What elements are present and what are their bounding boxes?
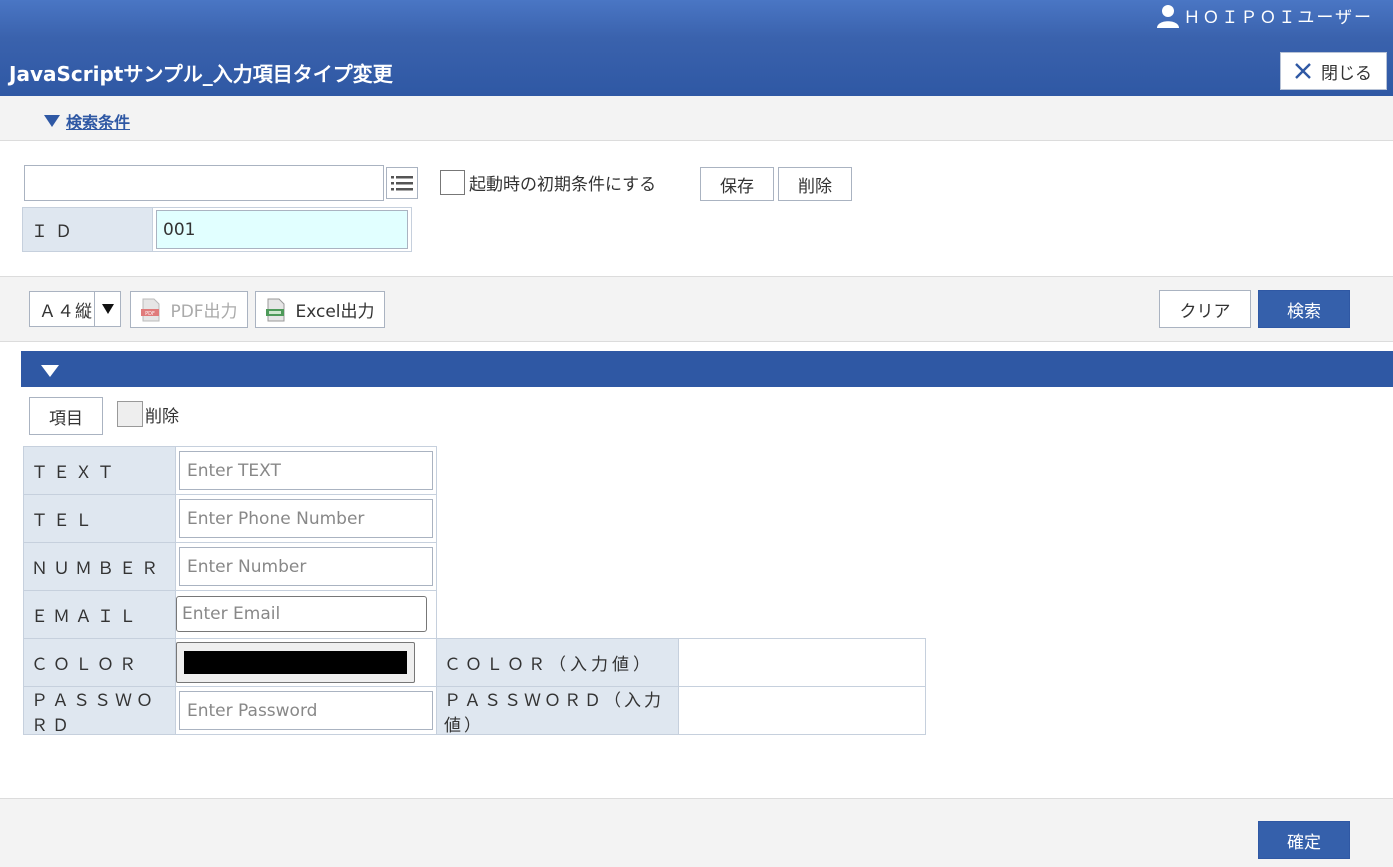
app-header: ＨＯＩＰＯＩユーザー JavaScriptサンプル_入力項目タイプ変更 xyxy=(0,0,1393,96)
user-icon xyxy=(1157,4,1180,28)
password-label: ＰＡＳＳＷＯＲＤ xyxy=(23,686,176,736)
dropdown-arrow-icon[interactable] xyxy=(94,292,120,326)
confirm-button[interactable]: 確定 xyxy=(1258,821,1350,859)
password-input[interactable]: Enter Password xyxy=(179,691,433,730)
checkbox-box[interactable] xyxy=(440,170,465,195)
pdf-output-button[interactable]: PDF PDF出力 xyxy=(130,291,248,328)
delete-condition-button[interactable]: 削除 xyxy=(778,167,852,201)
save-condition-button[interactable]: 保存 xyxy=(700,167,774,201)
checkbox-box[interactable] xyxy=(117,401,143,427)
color-label: ＣＯＬＯＲ xyxy=(23,638,176,687)
id-input[interactable]: 001 xyxy=(156,210,408,249)
password-echo-value xyxy=(678,686,926,735)
condition-name-input[interactable] xyxy=(24,165,384,201)
color-picker[interactable] xyxy=(176,642,415,683)
color-swatch xyxy=(184,651,407,674)
id-label: ＩＤ xyxy=(23,208,153,251)
pdf-file-icon: PDF xyxy=(141,298,160,321)
close-x-icon xyxy=(1295,63,1311,79)
user-menu[interactable]: ＨＯＩＰＯＩユーザー xyxy=(1157,3,1373,28)
email-input[interactable]: Enter Email xyxy=(176,596,427,632)
color-echo-value xyxy=(678,638,926,687)
tel-input[interactable]: Enter Phone Number xyxy=(179,499,433,538)
close-button[interactable]: 閉じる xyxy=(1280,52,1387,90)
pdf-output-label: PDF出力 xyxy=(170,302,238,322)
default-condition-checkbox[interactable]: 起動時の初期条件にする xyxy=(440,170,656,195)
search-condition-band: 検索条件 xyxy=(0,96,1393,141)
list-icon xyxy=(391,176,413,191)
search-condition-toggle[interactable]: 検索条件 xyxy=(44,109,130,133)
tel-label: ＴＥＬ xyxy=(23,494,176,543)
excel-output-label: Excel出力 xyxy=(295,302,375,322)
excel-file-icon xyxy=(266,298,285,321)
number-label: ＮＵＭＢＥＲ xyxy=(23,542,176,591)
footer-bar xyxy=(0,798,1393,867)
text-input[interactable]: Enter TEXT xyxy=(179,451,433,490)
clear-button[interactable]: クリア xyxy=(1159,290,1251,328)
close-label: 閉じる xyxy=(1321,63,1372,84)
page-title: JavaScriptサンプル_入力項目タイプ変更 xyxy=(9,62,393,86)
condition-list-button[interactable] xyxy=(386,167,418,199)
paper-size-select[interactable]: Ａ４縦 xyxy=(29,291,121,327)
user-name: ＨＯＩＰＯＩユーザー xyxy=(1183,8,1373,28)
id-field-row: ＩＤ 001 xyxy=(22,207,412,252)
item-button[interactable]: 項目 xyxy=(29,397,103,435)
text-label: ＴＥＸＴ xyxy=(23,446,176,495)
svg-text:PDF: PDF xyxy=(146,311,156,317)
email-label: ＥＭＡＩＬ xyxy=(23,590,176,639)
search-button[interactable]: 検索 xyxy=(1258,290,1350,328)
excel-output-button[interactable]: Excel出力 xyxy=(255,291,385,328)
delete-row-checkbox[interactable]: 削除 xyxy=(117,401,179,427)
search-condition-label: 検索条件 xyxy=(66,113,131,132)
default-condition-label: 起動時の初期条件にする xyxy=(469,175,657,195)
number-input[interactable]: Enter Number xyxy=(179,547,433,586)
triangle-down-icon xyxy=(44,115,60,127)
detail-section-bar[interactable] xyxy=(21,351,1393,387)
paper-size-value: Ａ４縦 xyxy=(39,301,93,322)
password-echo-label: ＰＡＳＳＷＯＲＤ（入力値） xyxy=(436,686,679,736)
color-echo-label: ＣＯＬＯＲ（入力値） xyxy=(436,638,679,687)
delete-row-label: 削除 xyxy=(145,406,179,427)
triangle-down-icon xyxy=(41,365,59,377)
